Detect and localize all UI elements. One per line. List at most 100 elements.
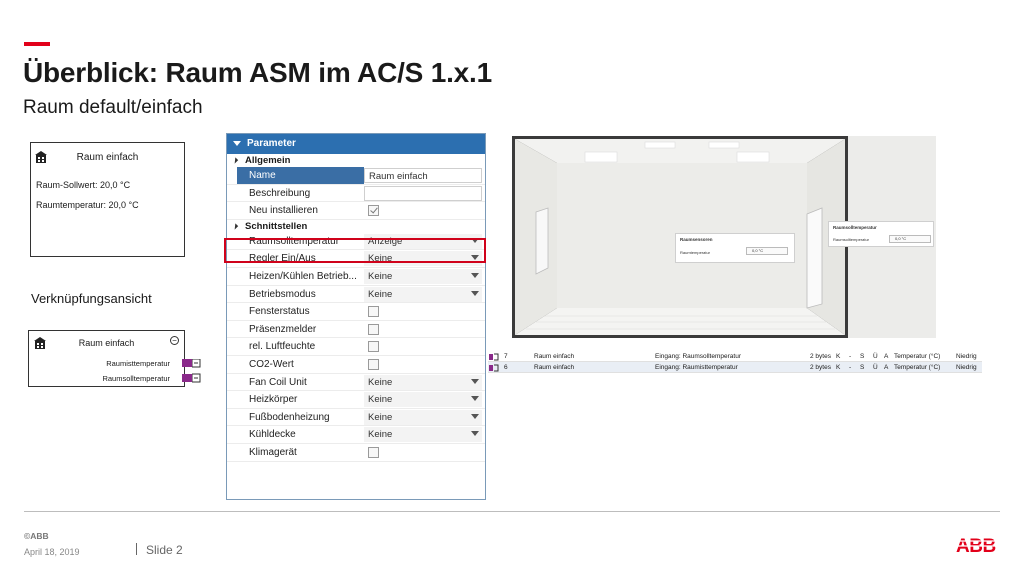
chevron-down-icon[interactable] [471,431,479,437]
port-label: Raumsolltemperatur [102,374,170,383]
port-connector-icon[interactable] [182,374,192,382]
param-label: Neu installieren [249,205,318,217]
link-view-label: Verknüpfungsansicht [31,291,152,306]
expand-triangle-icon[interactable] [231,223,239,230]
footer-separator [136,543,137,555]
parameter-panel-header[interactable]: Parameter [227,134,485,154]
footer-date: April 18, 2019 [24,547,80,557]
slide-number: Slide 2 [146,543,183,557]
room-temperature-text: Raumtemperatur: 20,0 °C [36,200,139,210]
param-row[interactable]: Fensterstatus [227,303,485,321]
sensor-widget-value: 0,0 °C [746,247,788,255]
param-row[interactable]: Betriebsmodus Keine [227,286,485,304]
param-label: Heizen/Kühlen Betrieb... [249,270,357,282]
param-text-field[interactable]: Raum einfach [364,168,482,183]
cell-name: Raum einfach [534,353,575,360]
param-checkbox[interactable] [368,341,379,353]
param-label: CO2-Wert [249,358,294,370]
param-row[interactable]: Heizen/Kühlen Betrieb... Keine [227,268,485,286]
param-text-field[interactable] [364,185,482,201]
cell-prio: Niedrig [956,353,977,360]
section-header-allgemein[interactable]: Allgemein [227,154,485,167]
param-checkbox[interactable] [368,323,379,335]
param-row[interactable]: Präsenzmelder [227,321,485,339]
param-row[interactable]: Beschreibung [227,185,485,203]
room-visualization: Raumsensoren Raumtemperatur 0,0 °C Raums… [512,136,936,338]
param-label: Fußbodenheizung [249,411,330,423]
cell-flag: Ü [873,364,878,371]
param-row[interactable]: Fußbodenheizung Keine [227,409,485,427]
section-header-schnittstellen[interactable]: Schnittstellen [227,220,485,233]
param-row[interactable]: Neu installieren [227,202,485,220]
chevron-down-icon[interactable] [471,378,479,384]
cell-num: 6 [504,364,508,371]
param-dropdown[interactable]: Keine [364,374,482,390]
expand-triangle-icon[interactable] [231,157,239,164]
section-title: Allgemein [245,155,291,166]
param-checkbox[interactable] [368,446,379,458]
footer-divider [24,511,1000,512]
chevron-down-icon[interactable] [471,413,479,419]
table-row[interactable]: 6 Raum einfach Eingang: Raumisttemperatur 2… [488,362,982,373]
param-label: rel. Luftfeuchte [249,341,316,353]
param-dropdown[interactable]: Keine [364,409,482,425]
cell-flag: - [849,364,852,371]
chevron-down-icon[interactable] [471,396,479,402]
param-label: Betriebsmodus [249,288,316,300]
param-dropdown[interactable]: Keine [364,427,482,443]
port-connector-icon[interactable] [182,359,192,367]
param-dropdown[interactable]: Keine [364,268,482,284]
param-row[interactable]: Fan Coil Unit Keine [227,374,485,392]
cell-dpt: Temperatur (°C) [894,364,941,371]
cell-flag: S [860,353,865,360]
parameter-list: Allgemein Name Raum einfach Beschreibung Neu… [227,154,485,462]
param-checkbox[interactable] [368,306,379,318]
parameter-panel: Parameter Allgemein Name Raum einfach Besch… [226,133,486,500]
setpoint-widget-label: Raumsolltemperatur [833,237,870,242]
cell-name: Raum einfach [534,364,575,371]
param-row[interactable]: Name Raum einfach [227,167,485,185]
sensor-widget-title: Raumsensoren [680,237,713,242]
collapse-icon[interactable]: − [170,336,179,345]
cell-size: 2 bytes [810,364,831,371]
room-card-title: Raum einfach [76,152,139,163]
param-checkbox[interactable] [368,358,379,370]
room-card: Raum einfach Raum-Sollwert: 20,0 °C Raum… [30,142,185,257]
chevron-down-icon[interactable] [471,290,479,296]
room-setpoint-text: Raum-Sollwert: 20,0 °C [36,180,131,190]
group-object-table: 7 Raum einfach Eingang: Raumsolltemperatur… [488,351,982,373]
abb-logo-text: ABB [956,536,996,554]
collapse-triangle-icon[interactable] [233,141,241,146]
param-row[interactable]: Klimagerät [227,444,485,462]
cell-function: Eingang: Raumisttemperatur [655,364,738,371]
function-block[interactable]: Raum einfach − Raumisttemperatur Raumsol… [28,330,185,387]
slide-title: Überblick: Raum ASM im AC/S 1.x.1 [23,57,493,88]
cell-num: 7 [504,353,508,360]
highlight-frame [224,238,486,263]
param-label: Name [249,170,276,181]
param-row[interactable]: CO2-Wert [227,356,485,374]
section-title: Schnittstellen [245,220,308,232]
chevron-down-icon[interactable] [471,272,479,278]
slide-subtitle: Raum default/einfach [23,97,203,118]
copyright: ©ABB [24,531,49,541]
param-row[interactable]: Kühldecke Keine [227,426,485,444]
param-row[interactable]: Heizkörper Keine [227,391,485,409]
param-checkbox[interactable] [368,205,379,217]
setpoint-widget-value[interactable]: 0,0 °C [889,235,931,243]
cell-dpt: Temperatur (°C) [894,353,941,360]
function-block-title: Raum einfach [78,338,135,348]
cell-prio: Niedrig [956,364,977,371]
param-row[interactable]: rel. Luftfeuchte [227,338,485,356]
param-label: Kühldecke [249,429,296,441]
param-dropdown[interactable]: Keine [364,392,482,408]
cell-function: Eingang: Raumsolltemperatur [655,353,741,360]
param-label: Fan Coil Unit [249,376,307,388]
group-object-icon [489,364,499,372]
table-row[interactable]: 7 Raum einfach Eingang: Raumsolltemperatur… [488,351,982,362]
param-dropdown[interactable]: Keine [364,286,482,302]
setpoint-widget-title: Raumsolltemperatur [833,225,877,230]
sensor-widget: Raumsensoren Raumtemperatur 0,0 °C [675,233,795,263]
setpoint-widget: Raumsolltemperatur Raumsolltemperatur 0,… [828,221,934,247]
abb-logo: ABB [956,536,1000,554]
